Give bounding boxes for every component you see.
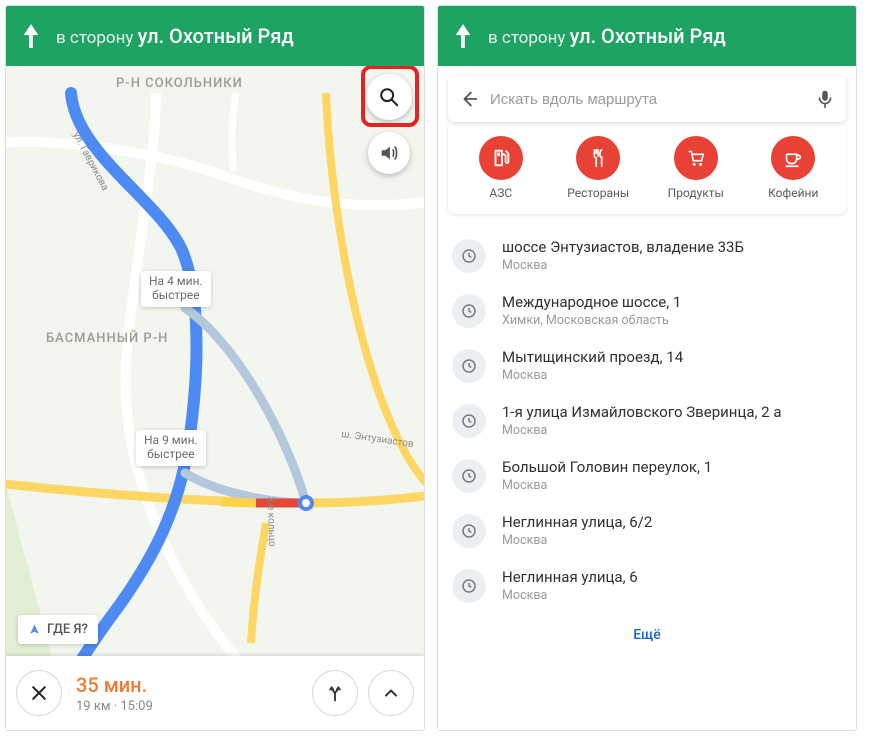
district-basmanny: БАСМАННЫЙ Р-Н — [46, 331, 168, 346]
sound-icon — [378, 142, 400, 164]
category-label: Продукты — [668, 186, 724, 200]
history-sub: Москва — [502, 368, 842, 383]
history-item[interactable]: Неглинная улица, 6/2 Москва — [438, 503, 856, 558]
search-input[interactable] — [490, 91, 804, 108]
category-coffee[interactable]: Кофейни — [753, 136, 833, 200]
chip-faster-4min[interactable]: На 4 мин. быстрее — [141, 271, 211, 307]
category-row: АЗС Рестораны Продукты Кофейни — [448, 126, 846, 214]
search-along-route-screen: в сторону ул. Охотный Ряд АЗС Рестораны … — [438, 6, 856, 730]
history-icon — [452, 569, 486, 603]
direction-prefix: в сторону — [488, 28, 565, 48]
direction-destination: ул. Охотный Ряд — [570, 24, 726, 48]
direction-header: в сторону ул. Охотный Ряд — [438, 6, 856, 66]
eta-info[interactable]: 35 мин. 19 км · 15:09 — [72, 673, 302, 714]
history-sub: Москва — [502, 423, 842, 438]
district-sokolniki: Р-Н СОКОЛЬНИКИ — [116, 76, 243, 91]
direction-header: в сторону ул. Охотный Ряд — [6, 6, 424, 66]
search-along-route-button[interactable] — [366, 74, 412, 120]
history-title: Международное шоссе, 1 — [502, 293, 842, 311]
back-arrow-icon — [458, 88, 480, 110]
category-gas[interactable]: АЗС — [461, 136, 541, 200]
search-icon — [378, 86, 400, 108]
history-icon — [452, 349, 486, 383]
coffee-icon — [782, 147, 804, 169]
nav-arrow-icon — [28, 623, 41, 636]
history-list[interactable]: шоссе Энтузиастов, владение 33Б Москва Ме… — [438, 228, 856, 730]
history-icon — [452, 404, 486, 438]
category-label: Кофейни — [768, 186, 818, 200]
direction-prefix: в сторону — [56, 28, 133, 48]
street-ring3: 3-е кольцо — [265, 496, 278, 546]
where-am-i-button[interactable]: ГДЕ Я? — [18, 615, 98, 644]
chip-faster-9min[interactable]: На 9 мин. быстрее — [136, 430, 206, 466]
direction-arrow-icon — [452, 22, 474, 50]
voice-guidance-button[interactable] — [368, 132, 410, 174]
history-item[interactable]: шоссе Энтузиастов, владение 33Б Москва — [438, 228, 856, 283]
category-groceries[interactable]: Продукты — [656, 136, 736, 200]
history-title: Мытищинский проезд, 14 — [502, 348, 842, 366]
history-item[interactable]: Неглинная улица, 6 Москва — [438, 558, 856, 613]
history-title: Неглинная улица, 6 — [502, 568, 842, 586]
close-nav-button[interactable] — [16, 670, 62, 716]
alternate-routes-button[interactable] — [312, 670, 358, 716]
history-title: Большой Головин переулок, 1 — [502, 458, 842, 476]
chevron-up-icon — [381, 683, 401, 703]
category-label: Рестораны — [567, 186, 629, 200]
history-more-button[interactable]: Ещё — [438, 613, 856, 657]
history-item[interactable]: Мытищинский проезд, 14 Москва — [438, 338, 856, 393]
history-sub: Москва — [502, 588, 842, 603]
search-bar — [448, 76, 846, 122]
history-sub: Химки, Московская область — [502, 313, 842, 328]
mic-icon — [814, 88, 836, 110]
direction-text: в сторону ул. Охотный Ряд — [488, 24, 726, 48]
history-sub: Москва — [502, 533, 842, 548]
expand-eta-button[interactable] — [368, 670, 414, 716]
category-restaurants[interactable]: Рестораны — [558, 136, 638, 200]
direction-text: в сторону ул. Охотный Ряд — [56, 24, 294, 48]
cart-icon — [685, 147, 707, 169]
close-icon — [29, 683, 49, 703]
voice-search-button[interactable] — [814, 88, 836, 110]
category-label: АЗС — [489, 186, 512, 200]
history-item[interactable]: Большой Головин переулок, 1 Москва — [438, 448, 856, 503]
history-icon — [452, 239, 486, 273]
eta-bar: 35 мин. 19 км · 15:09 — [6, 656, 424, 730]
search-back-button[interactable] — [458, 88, 480, 110]
history-title: Неглинная улица, 6/2 — [502, 513, 842, 531]
fork-icon — [325, 683, 345, 703]
direction-arrow-icon — [20, 22, 42, 50]
history-item[interactable]: 1-я улица Измайловского Зверинца, 2 а Мос… — [438, 393, 856, 448]
history-icon — [452, 514, 486, 548]
history-sub: Москва — [502, 478, 842, 493]
history-icon — [452, 294, 486, 328]
map-canvas[interactable]: Р-Н СОКОЛЬНИКИ БАСМАННЫЙ Р-Н ул. Гаврико… — [6, 66, 424, 730]
gas-icon — [490, 147, 512, 169]
eta-subline: 19 км · 15:09 — [76, 699, 302, 714]
where-am-i-label: ГДЕ Я? — [47, 622, 88, 637]
nav-map-screen: в сторону ул. Охотный Ряд Р-Н СОКОЛЬНИКИ — [6, 6, 424, 730]
history-title: 1-я улица Измайловского Зверинца, 2 а — [502, 403, 842, 421]
history-icon — [452, 459, 486, 493]
restaurant-icon — [587, 147, 609, 169]
direction-destination: ул. Охотный Ряд — [138, 24, 294, 48]
history-sub: Москва — [502, 258, 842, 273]
eta-duration: 35 мин. — [76, 673, 302, 697]
history-item[interactable]: Международное шоссе, 1 Химки, Московская … — [438, 283, 856, 338]
history-title: шоссе Энтузиастов, владение 33Б — [502, 238, 842, 256]
